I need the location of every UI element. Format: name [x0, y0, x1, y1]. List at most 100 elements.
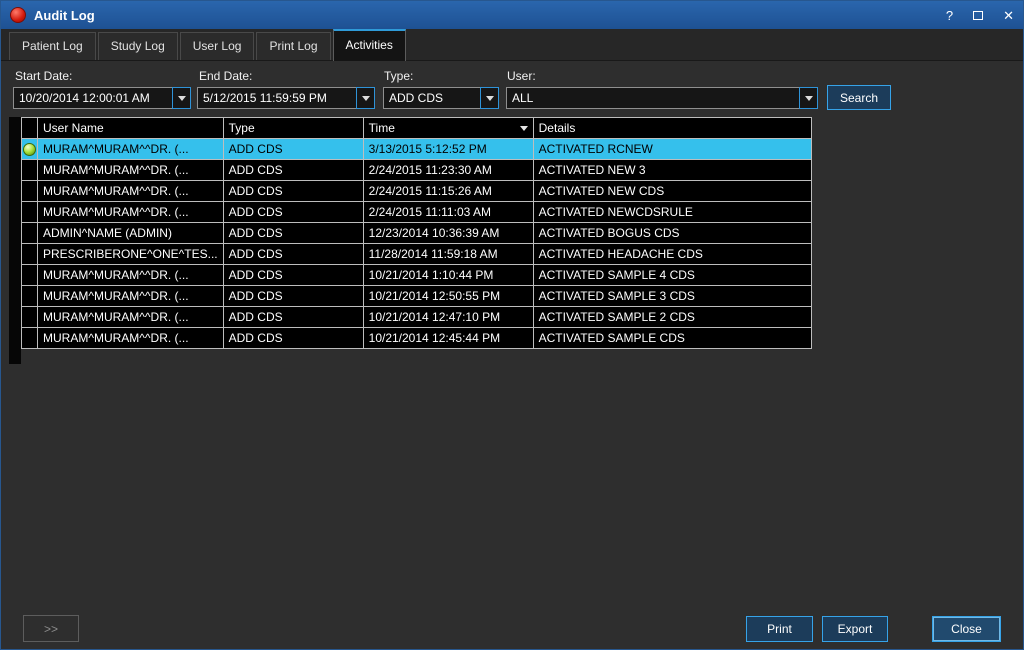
cell-type: ADD CDS — [223, 202, 363, 223]
chevron-down-icon — [178, 96, 186, 101]
cell-type: ADD CDS — [223, 328, 363, 349]
cell-type: ADD CDS — [223, 160, 363, 181]
table-row[interactable]: MURAM^MURAM^^DR. (... ADD CDS 10/21/2014… — [22, 328, 812, 349]
start-date-value[interactable]: 10/20/2014 12:00:01 AM — [13, 87, 172, 109]
row-selector-cell[interactable] — [22, 223, 38, 244]
cell-time: 10/21/2014 12:50:55 PM — [363, 286, 533, 307]
row-selector-cell[interactable] — [22, 328, 38, 349]
user-label: User: — [507, 69, 536, 83]
cell-user-name: MURAM^MURAM^^DR. (... — [38, 328, 224, 349]
cell-details: ACTIVATED NEW 3 — [533, 160, 811, 181]
row-selector-cell[interactable] — [22, 307, 38, 328]
grid-left-gutter — [9, 117, 21, 364]
tab-strip: Patient Log Study Log User Log Print Log… — [1, 29, 1023, 61]
user-combobox[interactable]: ALL — [506, 87, 818, 109]
export-button[interactable]: Export — [822, 616, 888, 642]
close-icon[interactable]: ✕ — [1003, 9, 1014, 22]
type-label: Type: — [384, 69, 413, 83]
chevron-down-icon — [805, 96, 813, 101]
cell-user-name: ADMIN^NAME (ADMIN) — [38, 223, 224, 244]
type-combobox[interactable]: ADD CDS — [383, 87, 499, 109]
cell-details: ACTIVATED SAMPLE 2 CDS — [533, 307, 811, 328]
tab-print-log[interactable]: Print Log — [256, 32, 330, 60]
cell-type: ADD CDS — [223, 181, 363, 202]
tab-activities[interactable]: Activities — [333, 29, 406, 61]
cell-type: ADD CDS — [223, 307, 363, 328]
user-dropdown-button[interactable] — [799, 87, 818, 109]
cell-user-name: MURAM^MURAM^^DR. (... — [38, 139, 224, 160]
cell-user-name: MURAM^MURAM^^DR. (... — [38, 181, 224, 202]
end-date-combobox[interactable]: 5/12/2015 11:59:59 PM — [197, 87, 375, 109]
end-date-dropdown-button[interactable] — [356, 87, 375, 109]
row-selector-cell[interactable] — [22, 286, 38, 307]
close-button[interactable]: Close — [932, 616, 1001, 642]
grid-body: MURAM^MURAM^^DR. (... ADD CDS 3/13/2015 … — [22, 139, 812, 349]
cell-time: 10/21/2014 1:10:44 PM — [363, 265, 533, 286]
help-icon[interactable]: ? — [946, 9, 953, 22]
expand-button[interactable]: >> — [23, 615, 79, 642]
tab-study-log[interactable]: Study Log — [98, 32, 178, 60]
cell-time: 2/24/2015 11:15:26 AM — [363, 181, 533, 202]
column-header-user-name[interactable]: User Name — [38, 118, 224, 139]
maximize-icon[interactable] — [973, 11, 983, 20]
print-button[interactable]: Print — [746, 616, 813, 642]
user-value[interactable]: ALL — [506, 87, 799, 109]
cell-time: 12/23/2014 10:36:39 AM — [363, 223, 533, 244]
type-value[interactable]: ADD CDS — [383, 87, 480, 109]
cell-details: ACTIVATED SAMPLE CDS — [533, 328, 811, 349]
start-date-combobox[interactable]: 10/20/2014 12:00:01 AM — [13, 87, 191, 109]
row-selector-header — [22, 118, 38, 139]
search-button[interactable]: Search — [827, 85, 891, 110]
filter-panel: Start Date: End Date: Type: User: 10/20/… — [9, 61, 1015, 116]
end-date-value[interactable]: 5/12/2015 11:59:59 PM — [197, 87, 356, 109]
cell-details: ACTIVATED SAMPLE 4 CDS — [533, 265, 811, 286]
row-selector-cell[interactable] — [22, 244, 38, 265]
row-selector-cell[interactable] — [22, 181, 38, 202]
active-status-icon — [23, 143, 36, 156]
column-header-type[interactable]: Type — [223, 118, 363, 139]
start-date-label: Start Date: — [15, 69, 72, 83]
grid-header-row: User Name Type Time Details — [22, 118, 812, 139]
table-row[interactable]: MURAM^MURAM^^DR. (... ADD CDS 2/24/2015 … — [22, 160, 812, 181]
window-controls: ? ✕ — [946, 9, 1014, 22]
tab-user-log[interactable]: User Log — [180, 32, 255, 60]
cell-time: 11/28/2014 11:59:18 AM — [363, 244, 533, 265]
table-row[interactable]: MURAM^MURAM^^DR. (... ADD CDS 10/21/2014… — [22, 286, 812, 307]
cell-time: 3/13/2015 5:12:52 PM — [363, 139, 533, 160]
title-bar: Audit Log ? ✕ — [1, 1, 1023, 29]
table-row[interactable]: PRESCRIBERONE^ONE^TES... ADD CDS 11/28/2… — [22, 244, 812, 265]
cell-user-name: MURAM^MURAM^^DR. (... — [38, 286, 224, 307]
table-row[interactable]: MURAM^MURAM^^DR. (... ADD CDS 10/21/2014… — [22, 265, 812, 286]
cell-details: ACTIVATED NEWCDSRULE — [533, 202, 811, 223]
column-header-details[interactable]: Details — [533, 118, 811, 139]
cell-time: 10/21/2014 12:47:10 PM — [363, 307, 533, 328]
cell-time: 10/21/2014 12:45:44 PM — [363, 328, 533, 349]
audit-grid: User Name Type Time Details MURAM^MURAM^… — [21, 117, 812, 349]
table-row[interactable]: ADMIN^NAME (ADMIN) ADD CDS 12/23/2014 10… — [22, 223, 812, 244]
table-row[interactable]: MURAM^MURAM^^DR. (... ADD CDS 3/13/2015 … — [22, 139, 812, 160]
cell-type: ADD CDS — [223, 223, 363, 244]
tab-patient-log[interactable]: Patient Log — [9, 32, 96, 60]
cell-details: ACTIVATED HEADACHE CDS — [533, 244, 811, 265]
row-selector-cell[interactable] — [22, 265, 38, 286]
row-selector-cell[interactable] — [22, 160, 38, 181]
cell-user-name: PRESCRIBERONE^ONE^TES... — [38, 244, 224, 265]
type-dropdown-button[interactable] — [480, 87, 499, 109]
cell-type: ADD CDS — [223, 286, 363, 307]
audit-log-window: Audit Log ? ✕ Patient Log Study Log User… — [0, 0, 1024, 650]
cell-type: ADD CDS — [223, 139, 363, 160]
row-selector-cell[interactable] — [22, 202, 38, 223]
cell-details: ACTIVATED RCNEW — [533, 139, 811, 160]
start-date-dropdown-button[interactable] — [172, 87, 191, 109]
column-header-time[interactable]: Time — [363, 118, 533, 139]
chevron-down-icon — [486, 96, 494, 101]
window-title: Audit Log — [34, 8, 95, 23]
row-selector-cell[interactable] — [22, 139, 38, 160]
table-row[interactable]: MURAM^MURAM^^DR. (... ADD CDS 10/21/2014… — [22, 307, 812, 328]
cell-details: ACTIVATED SAMPLE 3 CDS — [533, 286, 811, 307]
cell-type: ADD CDS — [223, 265, 363, 286]
table-row[interactable]: MURAM^MURAM^^DR. (... ADD CDS 2/24/2015 … — [22, 202, 812, 223]
column-header-time-label: Time — [369, 121, 395, 135]
table-row[interactable]: MURAM^MURAM^^DR. (... ADD CDS 2/24/2015 … — [22, 181, 812, 202]
sort-descending-icon — [520, 126, 528, 131]
